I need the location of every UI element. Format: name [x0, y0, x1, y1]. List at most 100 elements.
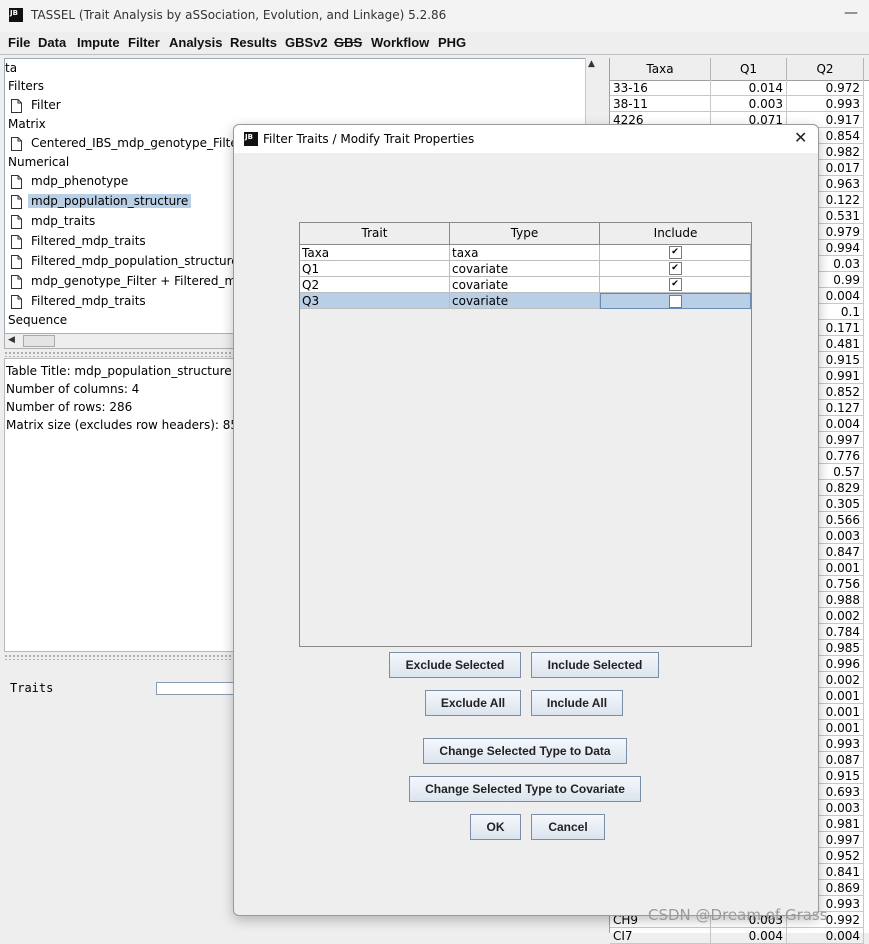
- tree-item[interactable]: mdp_traits: [11, 211, 98, 231]
- trait-table-header: Trait Type Include: [300, 223, 751, 245]
- value-cell: 0.972: [787, 80, 864, 96]
- tree-group-numerical[interactable]: Numerical: [8, 153, 69, 171]
- tree-item-label: mdp_population_structure: [28, 194, 192, 208]
- trait-table: Trait Type Include Taxa taxa ✔ Q1 covari…: [299, 222, 752, 647]
- menubar: File Data Impute Filter Analysis Results…: [0, 32, 869, 55]
- tree-item[interactable]: Filtered_mdp_traits: [11, 291, 149, 311]
- include-cell: ✔: [600, 261, 751, 277]
- ok-button[interactable]: OK: [470, 814, 521, 840]
- tree-item-label: Filter: [31, 98, 61, 112]
- file-icon: [11, 214, 22, 229]
- table-row[interactable]: 33-16 0.014 0.972: [610, 80, 864, 96]
- trait-row[interactable]: Q1 covariate ✔: [300, 261, 751, 277]
- include-cell: [600, 293, 751, 309]
- change-type-to-data-button[interactable]: Change Selected Type to Data: [423, 738, 627, 764]
- trait-type: covariate: [450, 293, 600, 309]
- tree-group-sequence[interactable]: Sequence: [8, 311, 67, 329]
- trait-name: Taxa: [300, 245, 450, 261]
- tree-root-label[interactable]: ta: [5, 59, 17, 77]
- table-row[interactable]: 38-11 0.003 0.993: [610, 96, 864, 112]
- tree-item-label: Filtered_mdp_traits: [31, 234, 146, 248]
- tree-item-label: mdp_genotype_Filter + Filtered_mdp_: [31, 274, 258, 288]
- menu-results[interactable]: Results: [230, 35, 277, 50]
- value-cell: 0.003: [711, 96, 787, 112]
- include-checkbox[interactable]: ✔: [668, 278, 682, 291]
- include-cell: ✔: [600, 277, 751, 293]
- value-cell: 0.004: [787, 928, 864, 944]
- tree-item-selected[interactable]: mdp_population_structure: [11, 191, 192, 211]
- menu-gbsv2[interactable]: GBSv2: [285, 35, 328, 50]
- trait-type: covariate: [450, 277, 600, 293]
- trait-type: covariate: [450, 261, 600, 277]
- taxa-cell: CI7: [610, 928, 711, 944]
- tree-item[interactable]: Filtered_mdp_population_structure: [11, 251, 242, 271]
- change-type-to-covariate-button[interactable]: Change Selected Type to Covariate: [409, 776, 641, 802]
- scroll-up-arrow-icon[interactable]: ▲: [588, 59, 595, 69]
- file-icon: [11, 294, 22, 309]
- tree-item[interactable]: mdp_phenotype: [11, 171, 131, 191]
- tree-item-label: Filtered_mdp_traits: [31, 294, 146, 308]
- data-table-header: Taxa Q1 Q2: [610, 58, 869, 81]
- tree-item-label: Filtered_mdp_population_structure: [31, 254, 239, 268]
- watermark: CSDN @Dream of Grass: [648, 906, 828, 924]
- table-row[interactable]: CI7 0.004 0.004: [610, 928, 864, 944]
- app-logo-icon: JB: [9, 8, 23, 22]
- info-num-rows: Number of rows: 286: [6, 400, 133, 414]
- menu-file[interactable]: File: [8, 35, 30, 50]
- window-title: TASSEL (Trait Analysis by aSSociation, E…: [31, 8, 447, 22]
- file-icon: [11, 174, 22, 189]
- include-checkbox[interactable]: ✔: [668, 262, 682, 275]
- dialog-title: Filter Traits / Modify Trait Properties: [263, 132, 475, 146]
- menu-data[interactable]: Data: [38, 35, 66, 50]
- exclude-all-button[interactable]: Exclude All: [425, 690, 521, 716]
- scroll-left-arrow-icon[interactable]: ◀: [8, 335, 15, 345]
- exclude-selected-button[interactable]: Exclude Selected: [389, 652, 521, 678]
- file-icon: [11, 274, 22, 289]
- close-icon[interactable]: ✕: [794, 128, 807, 147]
- column-header-type[interactable]: Type: [450, 223, 600, 244]
- scroll-thumb[interactable]: [23, 335, 55, 347]
- info-num-columns: Number of columns: 4: [6, 382, 140, 396]
- traits-label: Traits: [10, 681, 54, 695]
- cancel-button[interactable]: Cancel: [531, 814, 605, 840]
- app-logo-icon: JB: [244, 132, 258, 146]
- file-icon: [11, 254, 22, 269]
- menu-gbs[interactable]: GBS: [334, 35, 362, 50]
- column-header-taxa[interactable]: Taxa: [610, 58, 711, 80]
- include-checkbox[interactable]: ✔: [668, 246, 682, 259]
- column-header-trait[interactable]: Trait: [300, 223, 450, 244]
- menu-phg[interactable]: PHG: [438, 35, 466, 50]
- column-header-include[interactable]: Include: [600, 223, 751, 244]
- tree-item[interactable]: Centered_IBS_mdp_genotype_Filter: [11, 133, 246, 153]
- tree-item[interactable]: Filter: [11, 95, 64, 115]
- menu-workflow[interactable]: Workflow: [371, 35, 429, 50]
- tree-item-label: mdp_traits: [31, 214, 96, 228]
- dialog-titlebar: JB Filter Traits / Modify Trait Properti…: [234, 125, 818, 153]
- info-table-title: Table Title: mdp_population_structure: [6, 364, 232, 378]
- include-selected-button[interactable]: Include Selected: [531, 652, 659, 678]
- include-all-button[interactable]: Include All: [531, 690, 623, 716]
- tree-item[interactable]: mdp_genotype_Filter + Filtered_mdp_: [11, 271, 260, 291]
- column-header-q2[interactable]: Q2: [787, 58, 864, 80]
- info-matrix-size: Matrix size (excludes row headers): 858: [6, 418, 246, 432]
- menu-analysis[interactable]: Analysis: [169, 35, 222, 50]
- tree-item[interactable]: Filtered_mdp_traits: [11, 231, 149, 251]
- include-checkbox[interactable]: [669, 295, 682, 308]
- taxa-cell: 38-11: [610, 96, 711, 112]
- minimize-button[interactable]: —: [842, 5, 860, 25]
- trait-row[interactable]: Taxa taxa ✔: [300, 245, 751, 261]
- menu-impute[interactable]: Impute: [77, 35, 120, 50]
- column-header-q1[interactable]: Q1: [711, 58, 787, 80]
- trait-name: Q3: [300, 293, 450, 309]
- value-cell: 0.014: [711, 80, 787, 96]
- include-cell: ✔: [600, 245, 751, 261]
- trait-row[interactable]: Q2 covariate ✔: [300, 277, 751, 293]
- file-icon: [11, 98, 22, 113]
- tree-group-filters[interactable]: Filters: [8, 77, 44, 95]
- tree-item-label: Centered_IBS_mdp_genotype_Filter: [31, 136, 243, 150]
- trait-name: Q1: [300, 261, 450, 277]
- menu-filter[interactable]: Filter: [128, 35, 160, 50]
- tree-item-label: mdp_phenotype: [31, 174, 129, 188]
- trait-row-selected[interactable]: Q3 covariate: [300, 293, 751, 309]
- tree-group-matrix[interactable]: Matrix: [8, 115, 46, 133]
